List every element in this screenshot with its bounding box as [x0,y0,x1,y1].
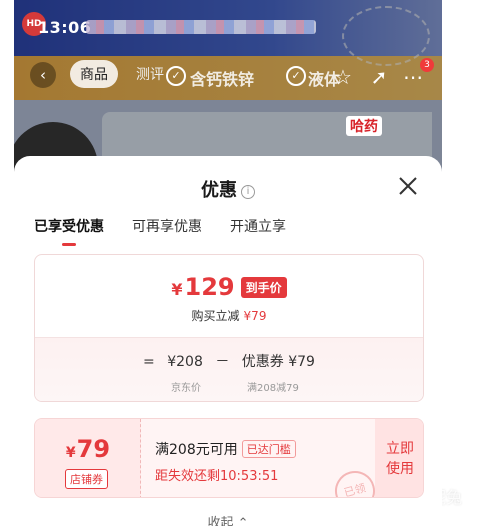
coupon-type-badge: 店铺券 [65,469,108,489]
coupon-value: ¥79 [35,435,141,463]
discount-sheet: 优惠 i 已享受优惠 可再享优惠 开通立享 ¥129 到手价 购买立减 ¥79 = ¥… [14,156,442,526]
brand-label: 哈药 [346,116,382,136]
collapse-label: 收起 [207,516,234,526]
share-icon[interactable]: ➚ [366,64,392,90]
sheet-title-text: 优惠 [201,180,237,201]
discount-tabs: 已享受优惠 可再享优惠 开通立享 [34,216,286,246]
star-icon[interactable]: ☆ [330,64,356,90]
check-icon: ✓ [286,66,306,86]
use-now-line2: 使用 [386,461,414,477]
coupon-condition: 满208元可用 已达门槛 [155,439,296,459]
label-coupon-rule: 满208减79 [247,383,299,394]
use-now-button[interactable]: 立即 使用 [375,419,423,497]
formula-coupon: 优惠券 ¥79 [241,354,315,370]
final-price-value: 129 [184,273,235,301]
cart-badge: 3 [420,58,434,72]
collapse-button[interactable]: 收起 ⌃ [14,512,442,526]
formula-minus: － [215,354,230,370]
status-time: 13:06 [38,18,92,37]
formula-base-price: ¥208 [167,354,203,370]
use-now-line1: 立即 [386,441,414,457]
label-base-price: 京东价 [171,383,201,394]
final-price: ¥129 [171,273,234,301]
tab-product[interactable]: 商品 [70,60,118,88]
formula-equals: = [143,354,155,370]
check-icon: ✓ [166,66,186,86]
threshold-badge: 已达门槛 [241,440,296,458]
coupon-amount: 79 [76,435,111,463]
status-bar-blurred [86,20,316,34]
store-coupon: ¥79 店铺券 满208元可用 已达门槛 距失效还剩10:53:51 已领 立即 … [34,418,424,498]
coupon-currency: ¥ [65,445,76,461]
tab-more-available[interactable]: 可再享优惠 [132,216,202,246]
highlight-label: 含钙铁锌 [190,70,255,89]
back-icon[interactable]: ‹ [30,62,56,88]
coupon-countdown: 距失效还剩10:53:51 [155,469,279,484]
price-breakdown-card: ¥129 到手价 购买立减 ¥79 = ¥208 － 优惠券 ¥79 京东价 满20… [34,254,424,402]
product-nav-tabs: 商品 测评 [70,60,174,88]
coupon-value-area: ¥79 店铺券 [35,419,141,497]
chevron-up-icon: ⌃ [237,516,249,526]
sheet-title: 优惠 i [14,176,442,202]
final-price-row: ¥129 到手价 [35,273,423,301]
reduce-label: 购买立减 [191,309,240,323]
tab-enjoyed[interactable]: 已享受优惠 [34,216,104,246]
close-icon[interactable] [394,172,422,200]
final-price-tag: 到手价 [240,276,287,298]
currency-symbol: ¥ [171,280,183,299]
tab-open-enjoy[interactable]: 开通立享 [230,216,286,246]
price-formula: = ¥208 － 优惠券 ¥79 [35,351,423,371]
coupon-condition-text: 满208元可用 [155,442,238,458]
instant-reduction: 购买立减 ¥79 [35,307,423,324]
info-icon[interactable]: i [241,185,255,199]
reduce-amount: ¥79 [243,309,267,323]
